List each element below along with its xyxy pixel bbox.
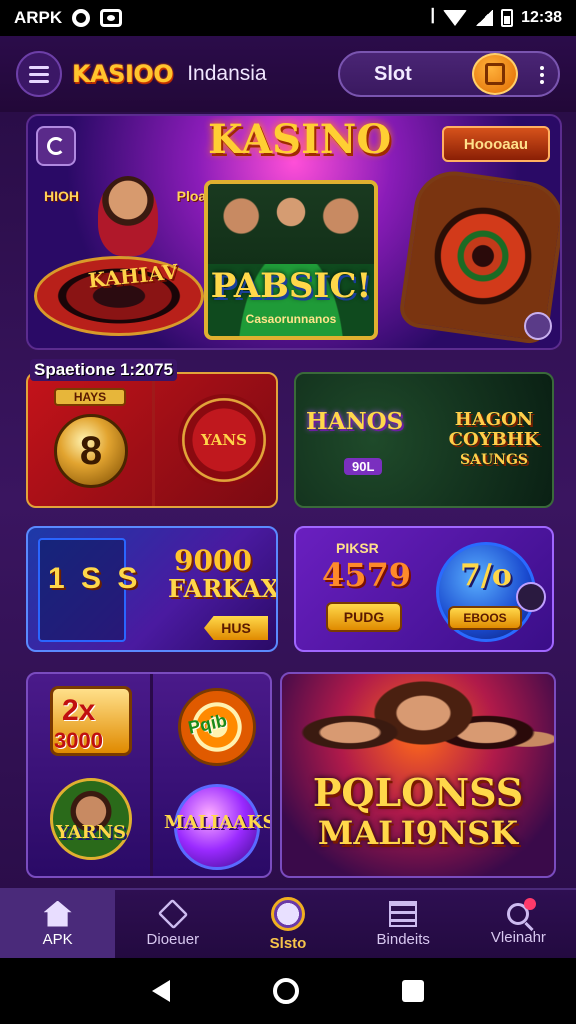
purple-button[interactable]: PUDG: [326, 602, 402, 632]
region-label[interactable]: Indansia: [187, 62, 266, 86]
list-icon: [389, 900, 418, 927]
promo-title-line2: MALI9NSK: [317, 814, 519, 852]
green-left-title: HANOS: [306, 408, 404, 435]
expand-icon[interactable]: [524, 312, 552, 340]
game-tile-green[interactable]: HANOS 90L HAGON COYBHK SAUNGS: [294, 372, 554, 508]
chip-icon: YANS: [178, 394, 270, 486]
green-left-sub: 90L: [344, 458, 383, 475]
app-header: KASIOO Indansia Slot: [0, 36, 576, 112]
home-button-icon[interactable]: [272, 978, 299, 1004]
promo-tile[interactable]: PQLONSS MALI9NSK: [280, 672, 556, 878]
status-bar: ARPK ꟾ 12:38: [0, 0, 576, 36]
nav-item-slsto[interactable]: Slsto: [230, 890, 345, 958]
blue-tag-button[interactable]: HUS: [204, 616, 268, 640]
green-right-title: HAGON COYBHK SAUNGS: [448, 409, 540, 469]
home-icon: [43, 900, 72, 927]
status-time: 12:38: [521, 9, 562, 26]
vibrate-icon: ꟾ: [430, 10, 436, 27]
blue-reel-text: 1 S S: [48, 562, 142, 595]
menu-button[interactable]: [16, 51, 62, 97]
table-subtitle: Casaorunnanos: [245, 312, 337, 326]
red-badge: HAYS: [54, 388, 126, 406]
avatar-game-label: YARNS: [55, 822, 127, 843]
lock-icon[interactable]: [472, 53, 518, 95]
banner-label-a: HIOH: [44, 188, 79, 204]
multiplier-label: 2x: [62, 694, 96, 727]
game-tile-mix[interactable]: 2x 3000 Pqib YARNS MALIAAKS: [26, 672, 272, 878]
hero-banner[interactable]: KASINO Hoooaau HIOH Ploas KAHIAV PABSIC!…: [26, 114, 562, 350]
purple-top-label: PIKSR: [336, 540, 379, 556]
game-tile-red[interactable]: HAYS 8 YANS: [26, 372, 278, 508]
notification-dot: [524, 897, 537, 910]
purple-percent: 7/o: [460, 558, 512, 593]
red-tile-caption: Spaetione 1:2075: [30, 359, 177, 381]
battery-icon: [501, 9, 514, 27]
recents-icon[interactable]: [402, 980, 425, 1002]
blue-number: 9000: [174, 544, 252, 577]
promo-title-line1: PQLONSS: [312, 770, 524, 815]
nav-label: Bindeits: [376, 930, 430, 948]
ball-8-icon: 8: [54, 414, 128, 488]
chip-corner-icon: [516, 582, 546, 612]
blue-word: FARKAX: [168, 574, 278, 603]
slot-pill[interactable]: Slot: [338, 51, 560, 97]
nav-item-bindeits[interactable]: Bindeits: [346, 890, 461, 958]
circle-icon: [72, 9, 91, 27]
game-tile-purple[interactable]: PIKSR 4579 PUDG 7/o EBOOS: [294, 526, 554, 652]
menu-icon: [29, 65, 49, 69]
purple-bonus-button[interactable]: EBOOS: [448, 606, 522, 630]
slot-icon: [271, 896, 305, 931]
status-carrier: ARPK: [14, 8, 63, 27]
photo-icon: [100, 9, 123, 27]
divider: [150, 674, 153, 876]
nav-item-apk[interactable]: APK: [0, 890, 116, 958]
slot-pill-label: Slot: [374, 62, 412, 85]
nav-item-dioeuer[interactable]: Dioeuer: [115, 890, 230, 958]
app-logo[interactable]: KASIOO: [72, 60, 174, 88]
nav-label: Slsto: [269, 934, 307, 952]
game-tile-blue[interactable]: 1 S S 9000 FARKAX HUS: [26, 526, 278, 652]
back-icon[interactable]: [151, 980, 170, 1002]
system-nav-bar: [0, 958, 576, 1024]
banner-title: KASINO: [208, 116, 392, 163]
box-icon: [157, 898, 189, 929]
nav-label: APK: [42, 930, 73, 948]
banner-tag-button[interactable]: Hoooaau: [442, 126, 550, 162]
purple-number: 4579: [322, 556, 412, 594]
more-icon[interactable]: [540, 66, 544, 84]
players-image: [208, 184, 374, 264]
nav-item-vleinahr[interactable]: Vleinahr: [461, 890, 576, 958]
host-figure: [98, 176, 158, 256]
orb-game-label: MALIAAKS: [164, 812, 272, 833]
signal-icon: [475, 10, 494, 26]
bottom-navigation: APK Dioeuer Slsto Bindeits Vleinahr: [0, 888, 576, 958]
table-game-card[interactable]: PABSIC! Casaorunnanos: [204, 180, 378, 340]
divider: [152, 374, 155, 506]
avatar-game-icon[interactable]: [50, 778, 132, 860]
nav-label: Vleinahr: [490, 928, 546, 946]
wifi-icon: [443, 10, 468, 26]
table-title: PABSIC!: [210, 266, 372, 306]
back-icon[interactable]: [36, 126, 76, 166]
search-icon: [507, 897, 537, 925]
nav-label: Dioeuer: [146, 930, 200, 948]
multiplier-amount: 3000: [54, 728, 103, 753]
